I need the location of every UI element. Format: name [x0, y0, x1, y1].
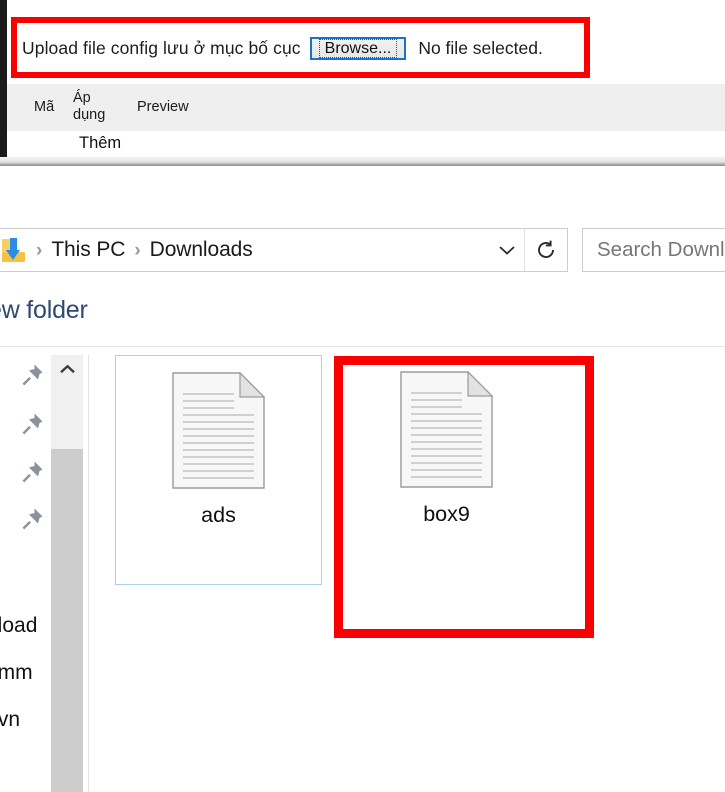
breadcrumb-separator-1: ›: [36, 239, 43, 261]
file-list-pane: ads box9: [89, 355, 725, 792]
navigation-pane: pload omm .vn: [0, 355, 51, 792]
file-explorer-window: › This PC › Downloads ew folder: [0, 220, 725, 792]
column-header-ap-dung-line2: dụng: [73, 106, 106, 123]
chevron-up-icon[interactable]: [51, 355, 83, 383]
pushpin-icon: [18, 410, 46, 438]
file-name-label: box9: [423, 502, 470, 526]
pushpin-icon: [18, 361, 46, 389]
nav-item-upload[interactable]: pload: [0, 614, 37, 638]
nav-pane-scrollbar[interactable]: [51, 355, 83, 792]
text-document-icon: [400, 370, 494, 488]
browse-button-label: Browse...: [318, 38, 398, 58]
upload-config-row: Upload file config lưu ở mục bố cục Brow…: [22, 33, 543, 63]
file-item-box9[interactable]: box9: [343, 355, 550, 585]
new-folder-button[interactable]: ew folder: [0, 296, 88, 325]
chevron-down-icon[interactable]: [498, 242, 516, 259]
nav-item-comm[interactable]: omm: [0, 661, 33, 685]
file-item-ads[interactable]: ads: [115, 355, 322, 585]
scrollbar-thumb[interactable]: [51, 449, 83, 792]
column-header-ap-dung: Áp dụng: [73, 90, 113, 123]
refresh-icon[interactable]: [525, 229, 567, 271]
browse-button[interactable]: Browse...: [309, 36, 407, 60]
downloads-folder-icon: [1, 237, 27, 263]
web-upload-panel: Upload file config lưu ở mục bố cục Brow…: [0, 0, 725, 166]
panel-bottom-edge: [0, 157, 725, 166]
table-cell-them[interactable]: Thêm: [79, 134, 121, 153]
nav-item-vn[interactable]: .vn: [0, 708, 20, 732]
pushpin-icon: [18, 505, 46, 533]
upload-config-label: Upload file config lưu ở mục bố cục: [22, 37, 301, 58]
column-header-ap-dung-line1: Áp: [73, 90, 91, 106]
file-name-label: ads: [201, 503, 236, 527]
breadcrumb-downloads[interactable]: Downloads: [150, 238, 253, 262]
breadcrumb-separator-2: ›: [134, 239, 141, 261]
file-selection-status: No file selected.: [418, 37, 543, 58]
text-document-icon: [172, 371, 266, 489]
pushpin-icon: [18, 458, 46, 486]
breadcrumb-this-pc[interactable]: This PC: [51, 238, 125, 262]
background-gap: [0, 166, 725, 220]
column-header-preview: Preview: [137, 99, 189, 115]
address-bar[interactable]: › This PC › Downloads: [0, 228, 568, 272]
panel-left-border: [0, 0, 7, 166]
command-bar: ew folder: [0, 288, 725, 347]
search-input[interactable]: [595, 237, 725, 263]
search-box[interactable]: [582, 228, 725, 272]
config-table-header: Mã Áp dụng Preview: [7, 84, 725, 131]
column-header-ma: Mã: [34, 99, 55, 115]
table-row: Thêm: [7, 131, 725, 157]
